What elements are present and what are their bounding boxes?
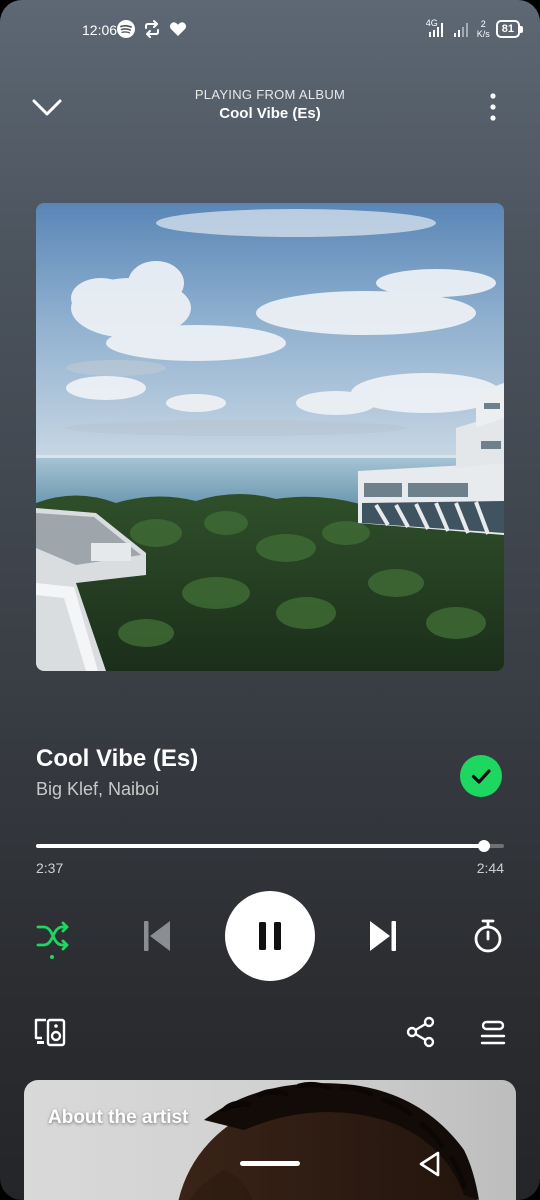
spotify-status-icon xyxy=(117,20,135,38)
context-album-name: Cool Vibe (Es) xyxy=(219,105,321,122)
share-button[interactable] xyxy=(404,1014,438,1050)
check-icon xyxy=(471,769,491,784)
status-notification-icons xyxy=(116,19,188,39)
queue-icon xyxy=(480,1020,506,1045)
about-artist-card[interactable]: About the artist xyxy=(24,1080,516,1200)
next-button[interactable] xyxy=(364,916,402,956)
network-speed-unit: K/s xyxy=(476,29,490,39)
about-artist-title: About the artist xyxy=(48,1107,189,1128)
album-artwork-image xyxy=(36,203,504,671)
elapsed-time: 2:37 xyxy=(36,860,64,876)
system-back-button[interactable] xyxy=(414,1148,446,1180)
previous-button[interactable] xyxy=(138,916,176,956)
play-pause-button[interactable] xyxy=(225,891,315,981)
signal-icon-2 xyxy=(453,23,468,37)
back-triangle-icon xyxy=(419,1151,440,1177)
seek-fill xyxy=(36,844,484,848)
seek-bar[interactable] xyxy=(36,840,504,852)
queue-button[interactable] xyxy=(476,1014,510,1050)
album-artwork[interactable] xyxy=(36,203,504,671)
share-icon xyxy=(406,1016,435,1048)
shuffle-active-dot xyxy=(50,955,54,959)
saved-to-library-button[interactable] xyxy=(460,755,502,797)
connect-device-icon xyxy=(34,1018,66,1047)
status-time: 12:06 xyxy=(82,22,118,38)
heart-status-icon xyxy=(169,22,187,36)
track-artists[interactable]: Big Klef, Naiboi xyxy=(36,779,159,800)
status-bar: 12:06 4G 2 K/s 81 xyxy=(0,18,540,44)
shuffle-button[interactable] xyxy=(32,916,74,956)
sleep-timer-button[interactable] xyxy=(468,916,508,956)
chevron-down-icon xyxy=(32,99,62,116)
total-time: 2:44 xyxy=(476,860,504,876)
status-system-icons: 4G 2 K/s 81 xyxy=(425,19,524,39)
signal-icon xyxy=(428,23,443,37)
skip-next-icon xyxy=(370,921,396,951)
now-playing-screen: 12:06 4G 2 K/s 81 PLAYING FROM ALBUM Coo… xyxy=(0,0,540,1200)
home-gesture-bar[interactable] xyxy=(240,1161,300,1166)
collapse-button[interactable] xyxy=(30,92,64,122)
track-title[interactable]: Cool Vibe (Es) xyxy=(36,745,198,773)
network-speed-value: 2 xyxy=(480,19,486,29)
cell-signal-1: 4G xyxy=(425,19,445,39)
context-label: PLAYING FROM ALBUM xyxy=(194,87,346,102)
more-vertical-icon xyxy=(490,93,496,121)
battery-level: 81 xyxy=(501,23,514,35)
network-speed: 2 K/s xyxy=(477,19,490,39)
skip-previous-icon xyxy=(144,921,170,951)
more-options-button[interactable] xyxy=(482,92,504,122)
timer-icon xyxy=(474,919,502,953)
shuffle-icon xyxy=(36,921,69,951)
artist-photo xyxy=(178,1081,479,1200)
pause-icon xyxy=(259,922,281,950)
seek-handle[interactable] xyxy=(477,840,490,852)
battery-indicator: 81 xyxy=(495,20,524,38)
playing-context[interactable]: PLAYING FROM ALBUM Cool Vibe (Es) xyxy=(110,87,430,122)
repeat-status-icon xyxy=(145,20,159,38)
connect-device-button[interactable] xyxy=(32,1014,68,1050)
